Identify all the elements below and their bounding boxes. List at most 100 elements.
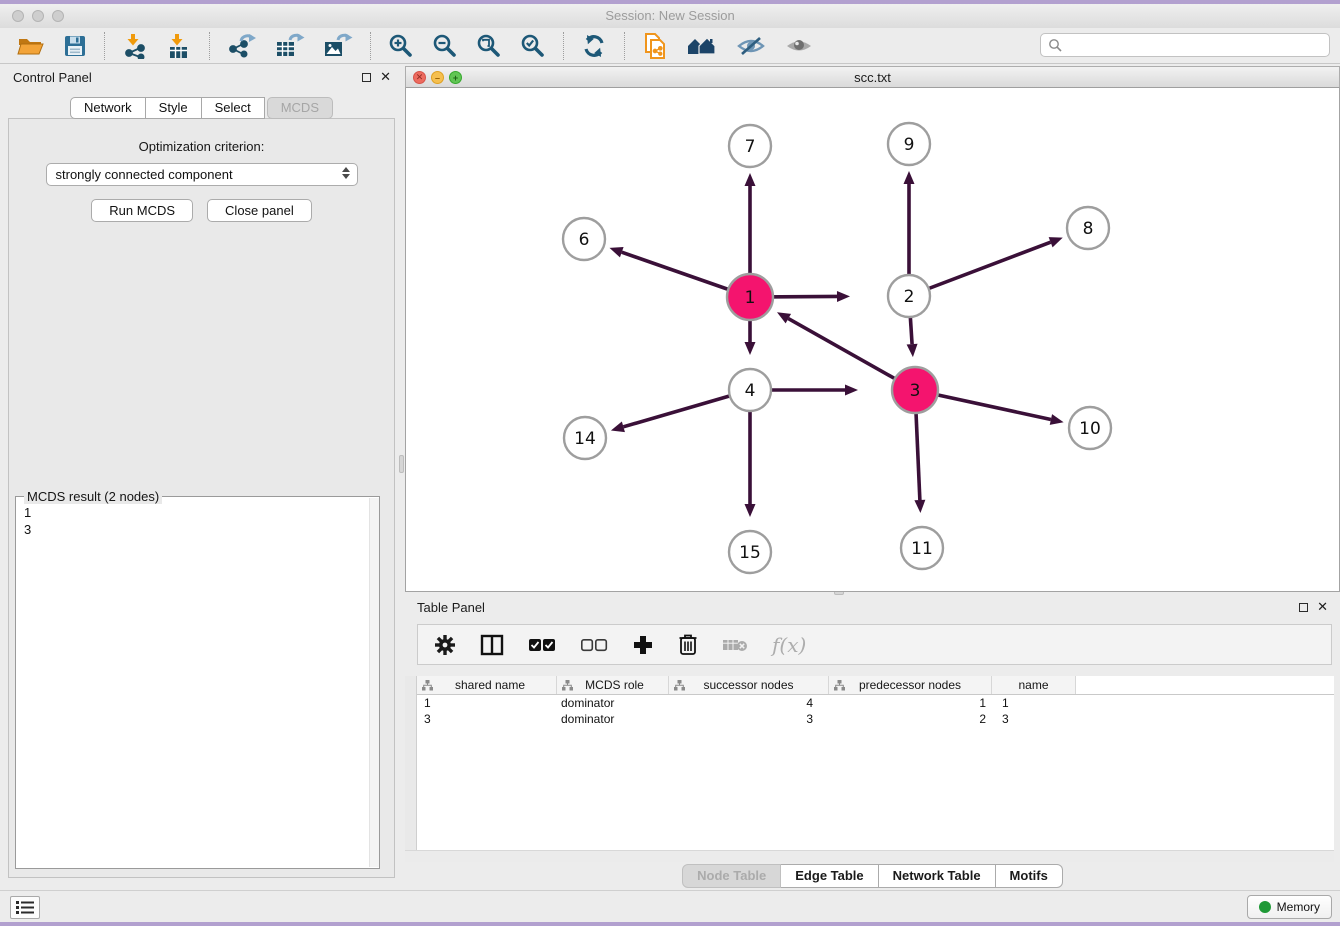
arrowhead-2-3: [907, 344, 918, 357]
toolbar-separator: [209, 32, 210, 60]
task-history-button[interactable]: [10, 896, 40, 919]
column-header-name[interactable]: name: [992, 676, 1076, 694]
criterion-select[interactable]: strongly connected component: [46, 163, 358, 186]
close-panel-icon[interactable]: ✕: [380, 72, 391, 82]
arrowhead-1-6: [609, 247, 623, 257]
split-pane-icon: [480, 634, 504, 656]
column-header-predecessor-nodes[interactable]: predecessor nodes: [829, 676, 992, 694]
search-input[interactable]: [1062, 36, 1329, 54]
split-pane-button[interactable]: [480, 634, 504, 656]
refresh-view-button[interactable]: [577, 31, 611, 61]
mcds-result-text[interactable]: 1 3: [16, 497, 379, 545]
add-row-button[interactable]: [632, 634, 654, 656]
save-session-button[interactable]: [59, 32, 91, 60]
network-graph[interactable]: 7968124314101511: [406, 88, 1339, 591]
clone-network-button[interactable]: [638, 30, 672, 62]
node-label-14: 14: [574, 429, 596, 449]
import-network-button[interactable]: [118, 31, 152, 61]
result-scrollbar[interactable]: [369, 498, 379, 867]
function-builder-button[interactable]: f(x): [772, 633, 806, 657]
refresh-icon: [581, 33, 607, 59]
table-horizontal-scrollbar[interactable]: [405, 850, 1334, 862]
column-header-shared-name[interactable]: shared name: [417, 676, 557, 694]
float-panel-icon[interactable]: [362, 73, 371, 82]
delete-column-icon: [722, 637, 748, 653]
tab-network[interactable]: Network: [70, 97, 146, 119]
open-session-button[interactable]: [13, 32, 49, 60]
eye-slash-icon: [736, 34, 766, 58]
unchecked-boxes-icon: [580, 638, 608, 652]
zoom-in-button[interactable]: [384, 31, 418, 61]
select-stepper-icon: [342, 167, 350, 179]
toolbar-separator: [370, 32, 371, 60]
close-panel-button[interactable]: Close panel: [207, 199, 312, 222]
vertical-splitter-handle[interactable]: [399, 455, 404, 473]
export-table-icon: [275, 33, 305, 59]
hide-selected-button[interactable]: [732, 32, 770, 60]
tab-style[interactable]: Style: [146, 97, 202, 119]
node-label-11: 11: [911, 539, 933, 559]
desktop-edge: [0, 922, 1340, 926]
column-header-successor-nodes[interactable]: successor nodes: [669, 676, 829, 694]
zoom-selected-button[interactable]: [516, 31, 550, 61]
criterion-value: strongly connected component: [56, 167, 233, 182]
tab-network-table[interactable]: Network Table: [879, 864, 996, 888]
delete-column-button[interactable]: [722, 637, 748, 653]
arrowhead-4-15: [745, 504, 756, 517]
zoom-fit-button[interactable]: [472, 31, 506, 61]
network-window-titlebar: ✕ – + scc.txt: [405, 66, 1340, 88]
arrowhead-1-7: [745, 173, 756, 186]
control-panel-title: Control Panel: [8, 70, 362, 85]
close-table-panel-icon[interactable]: ✕: [1317, 602, 1328, 612]
memory-label: Memory: [1277, 900, 1320, 914]
column-type-icon: [834, 680, 845, 691]
table-row[interactable]: 1 dominator 4 1 1: [417, 695, 1334, 711]
import-table-icon: [166, 33, 192, 59]
first-neighbors-button[interactable]: [682, 32, 722, 60]
export-network-icon: [227, 33, 257, 59]
float-table-panel-icon[interactable]: [1299, 603, 1308, 612]
show-all-button[interactable]: [780, 32, 818, 60]
column-type-icon: [562, 680, 573, 691]
node-label-7: 7: [745, 137, 756, 157]
import-network-icon: [122, 33, 148, 59]
column-type-icon: [422, 680, 433, 691]
edge-2-8[interactable]: [909, 242, 1051, 296]
search-box: [1040, 33, 1330, 57]
zoom-out-icon: [432, 33, 458, 59]
node-label-10: 10: [1079, 419, 1101, 439]
tab-edge-table[interactable]: Edge Table: [781, 864, 878, 888]
table-panel-tabs: Node Table Edge Table Network Table Moti…: [405, 864, 1340, 888]
tab-select[interactable]: Select: [202, 97, 265, 119]
memory-button[interactable]: Memory: [1247, 895, 1332, 919]
run-mcds-button[interactable]: Run MCDS: [91, 199, 193, 222]
export-network-button[interactable]: [223, 31, 261, 61]
table-settings-button[interactable]: [434, 634, 456, 656]
export-table-button[interactable]: [271, 31, 309, 61]
houses-icon: [686, 34, 718, 58]
export-image-button[interactable]: [319, 31, 357, 61]
table-toolbar: f(x): [417, 624, 1332, 665]
tab-mcds[interactable]: MCDS: [267, 97, 333, 119]
tab-motifs[interactable]: Motifs: [996, 864, 1063, 888]
deselect-all-button[interactable]: [580, 638, 608, 652]
import-table-button[interactable]: [162, 31, 196, 61]
network-canvas[interactable]: 7968124314101511: [405, 88, 1340, 592]
window-title: Session: New Session: [0, 8, 1340, 23]
table-row[interactable]: 3 dominator 3 2 3: [417, 711, 1334, 727]
network-window-title: scc.txt: [406, 70, 1339, 85]
zoom-out-button[interactable]: [428, 31, 462, 61]
select-all-button[interactable]: [528, 638, 556, 652]
table-header-row: shared name MCDS role successor nodes pr…: [417, 676, 1334, 695]
toolbar-separator: [563, 32, 564, 60]
arrowhead-4-3: [845, 385, 858, 396]
delete-row-button[interactable]: [678, 633, 698, 656]
row-header-gutter: [405, 676, 417, 850]
function-icon: f(x): [772, 633, 806, 657]
column-header-mcds-role[interactable]: MCDS role: [557, 676, 669, 694]
arrowhead-2-8: [1049, 237, 1063, 247]
node-label-4: 4: [745, 381, 756, 401]
eye-icon: [784, 34, 814, 58]
arrowhead-3-11: [914, 500, 925, 513]
tab-node-table[interactable]: Node Table: [682, 864, 781, 888]
